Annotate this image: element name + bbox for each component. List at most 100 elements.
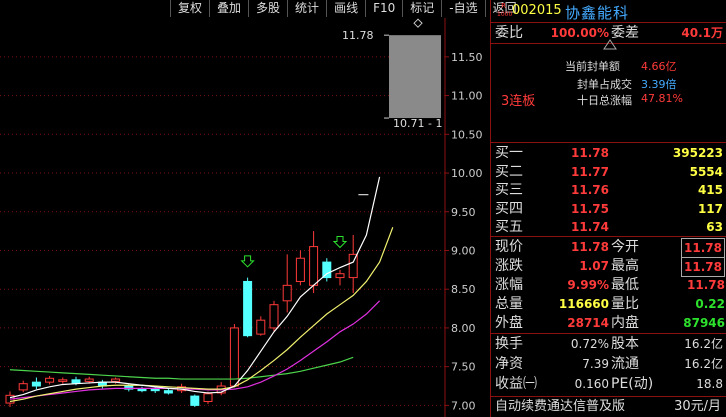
toolbar-button[interactable]: 叠加 — [209, 0, 248, 17]
quote-row: 外盘 28714 内盘 87946 — [491, 314, 726, 332]
seal-line-2-value: 3.39倍 — [641, 78, 677, 91]
quote-value: 1.07 — [579, 259, 609, 273]
weibi-value: 100.00% — [550, 26, 609, 40]
bid-row[interactable]: 买五 11.74 63 — [491, 218, 726, 236]
seal-line-2-label: 封单占成交 — [577, 78, 632, 91]
quote-value: 11.78 — [687, 278, 725, 292]
footer-price[interactable]: 30元/月 — [674, 398, 721, 416]
stock-code: 002015 — [512, 3, 562, 18]
weicha-value: 40.1万 — [681, 26, 723, 40]
divider — [491, 142, 726, 143]
margin-badge: R 1000 — [497, 2, 512, 19]
bid-price: 11.78 — [571, 146, 609, 160]
seal-line-1-label: 当前封单额 — [565, 60, 620, 73]
quote-label: 最低 — [611, 277, 639, 293]
stat-value: 0.72% — [570, 337, 609, 351]
quote-value: 116660 — [558, 297, 609, 311]
quote-value: 11.78 — [681, 257, 725, 277]
toolbar-button[interactable]: 复权 — [170, 0, 209, 17]
stat-row: 净资 7.39 流通 16.2亿 — [491, 355, 726, 373]
bid-volume: 63 — [706, 220, 723, 234]
y-tick-label: 8.00 — [451, 322, 476, 335]
divider — [491, 22, 726, 23]
ma-white-line — [9, 176, 381, 399]
y-tick-label: 11.00 — [451, 90, 483, 103]
candle-body — [229, 327, 239, 387]
seal-line-1-value: 4.66亿 — [641, 60, 677, 73]
quote-panel: R 1000 002015 协鑫能科 委比 100.00% 委差 40.1万 当… — [490, 0, 726, 417]
stat-label: 收益㈠ — [495, 376, 537, 392]
weibi-label: 委比 — [495, 25, 523, 41]
divider — [491, 333, 726, 334]
stat-value: 0.160 — [574, 377, 609, 391]
bid-volume: 415 — [697, 183, 723, 197]
toolbar-button[interactable]: 标记 — [402, 0, 441, 17]
quote-value: 9.99% — [567, 278, 609, 292]
stat-value: 16.2亿 — [684, 337, 723, 351]
bid-row[interactable]: 买一 11.78 395223 — [491, 144, 726, 162]
buy-signal-icon — [240, 255, 255, 268]
candle-body — [58, 379, 68, 382]
seal-info: 当前封单额 4.66亿 封单占成交 3.39倍 3连板 十日总涨幅 47.81% — [491, 60, 726, 140]
candle-body — [282, 284, 292, 302]
stat-row: 换手 0.72% 股本 16.2亿 — [491, 335, 726, 353]
candle-body — [111, 378, 121, 382]
divider — [491, 396, 726, 397]
quote-label: 现价 — [495, 239, 523, 255]
candle-body — [203, 393, 213, 403]
bid-price: 11.77 — [571, 164, 609, 179]
bid-label: 买五 — [495, 219, 523, 235]
y-tick-label: 9.50 — [451, 206, 476, 219]
toolbar-button[interactable]: 多股 — [248, 0, 287, 17]
y-tick-label: 10.50 — [451, 128, 483, 141]
bid-row[interactable]: 买二 11.77 5554 — [491, 163, 726, 181]
bid-label: 买三 — [495, 182, 523, 198]
toolbar-button[interactable]: F10 — [365, 0, 402, 17]
toolbar-button[interactable]: 统计 — [287, 0, 326, 17]
stat-value: 18.8 — [696, 377, 723, 391]
quote-label: 今开 — [611, 239, 639, 255]
candle-body — [256, 319, 266, 335]
toolbar-button[interactable]: 画线 — [326, 0, 365, 17]
quote-value: 0.22 — [695, 297, 725, 311]
quote-label: 涨幅 — [495, 277, 523, 293]
bid-row[interactable]: 买四 11.75 117 — [491, 200, 726, 218]
low-price-label: 10.71 - 1 — [393, 117, 442, 130]
candle-body — [335, 273, 345, 279]
kline-chart-pane[interactable]: 11.50 11.00 10.50 10.00 9.50 9.00 8.50 8.00 7.50… — [0, 0, 517, 417]
kline-chart[interactable]: 11.50 11.00 10.50 10.00 9.50 9.00 8.50 8.00 7.50… — [0, 0, 490, 417]
toolbar-button[interactable]: -自选 — [441, 0, 484, 17]
stat-value: 7.39 — [582, 357, 609, 371]
high-price-label: 11.78 — [342, 29, 374, 42]
divider — [491, 236, 726, 237]
footer-ad[interactable]: 自动续费通达信普及版 30元/月 — [491, 398, 726, 416]
quote-row: 涨幅 9.99% 最低 11.78 — [491, 276, 726, 294]
quote-row: 总量 116660 量比 0.22 — [491, 295, 726, 313]
y-tick-label: 11.50 — [451, 51, 483, 64]
stat-label: 流通 — [611, 356, 639, 372]
footer-text[interactable]: 自动续费通达信普及版 — [495, 398, 625, 416]
bid-price: 11.76 — [571, 183, 609, 197]
quote-label: 量比 — [611, 296, 639, 312]
quote-value: 11.78 — [571, 240, 609, 254]
badge-top: R — [501, 2, 506, 10]
ma-green-line — [9, 356, 354, 380]
chart-toolbar: 复权 叠加 多股 统计 画线 F10 标记 -自选 返回 — [170, 0, 524, 17]
ma-yellow-line — [9, 227, 394, 403]
y-tick-label: 7.50 — [451, 361, 476, 374]
candle-body — [269, 304, 279, 329]
y-tick-label: 8.50 — [451, 283, 476, 296]
bid-label: 买四 — [495, 200, 523, 217]
bid-row[interactable]: 买三 11.76 415 — [491, 181, 726, 199]
quote-label: 内盘 — [611, 315, 639, 331]
stock-name[interactable]: 协鑫能科 — [565, 2, 629, 23]
quote-row: 现价 11.78 今开 11.78 — [491, 238, 726, 258]
candle-body — [163, 390, 173, 394]
stat-row: 收益㈠ 0.160 PE(动) 18.8 — [491, 375, 726, 393]
bid-volume: 117 — [697, 201, 723, 216]
bid-label: 买一 — [495, 145, 523, 161]
forecast-block — [389, 35, 441, 119]
bid-volume: 5554 — [689, 164, 723, 179]
stat-value: 16.2亿 — [684, 357, 723, 371]
candle-body — [295, 257, 305, 282]
